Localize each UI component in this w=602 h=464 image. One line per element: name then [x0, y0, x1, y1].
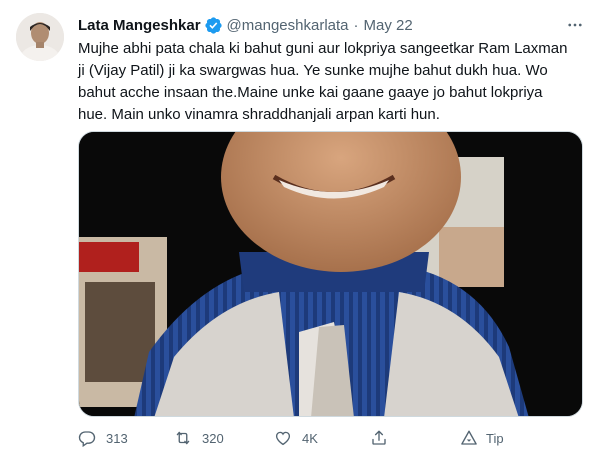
retweet-button[interactable]: 320 — [174, 429, 224, 447]
tip-label: Tip — [486, 430, 504, 446]
like-icon — [275, 431, 291, 446]
retweet-count: 320 — [202, 430, 224, 446]
tweet-photo[interactable] — [78, 131, 583, 417]
avatar-image — [16, 13, 64, 61]
photo-image — [79, 132, 582, 416]
retweet-icon — [176, 431, 190, 445]
avatar[interactable] — [16, 13, 64, 61]
verified-badge-icon — [204, 16, 223, 35]
tweet-actions: 313 320 4K Tip — [78, 426, 518, 450]
like-count: 4K — [302, 430, 318, 446]
tweet-header: Lata Mangeshkar @mangeshkarlata · May 22 — [78, 14, 413, 36]
like-button[interactable]: 4K — [274, 429, 318, 447]
share-icon — [372, 430, 386, 445]
author-name[interactable]: Lata Mangeshkar — [78, 17, 201, 34]
separator-dot: · — [353, 16, 359, 34]
tweet-text: Mujhe abhi pata chala ki bahut guni aur … — [78, 38, 578, 126]
tweet-text-line: Mujhe abhi pata chala ki bahut guni aur … — [78, 40, 568, 57]
reply-icon — [78, 431, 96, 447]
reply-count: 313 — [106, 430, 128, 446]
tweet-text-line: ji (Vijay Patil) ji ka swargwas hua. Ye … — [78, 62, 548, 79]
share-button[interactable] — [370, 429, 388, 447]
more-icon[interactable] — [564, 14, 586, 36]
tweet-text-line: hue. Main unko vinamra shraddhanjali arp… — [78, 106, 440, 123]
tweet-text-line: bahut acche insaan the.Maine unke kai ga… — [78, 84, 543, 101]
tip-icon — [461, 430, 477, 445]
reply-button[interactable]: 313 — [78, 429, 128, 447]
tip-button[interactable]: Tip — [460, 429, 504, 447]
author-handle[interactable]: @mangeshkarlata — [227, 17, 349, 34]
tweet-date[interactable]: May 22 — [364, 17, 413, 34]
